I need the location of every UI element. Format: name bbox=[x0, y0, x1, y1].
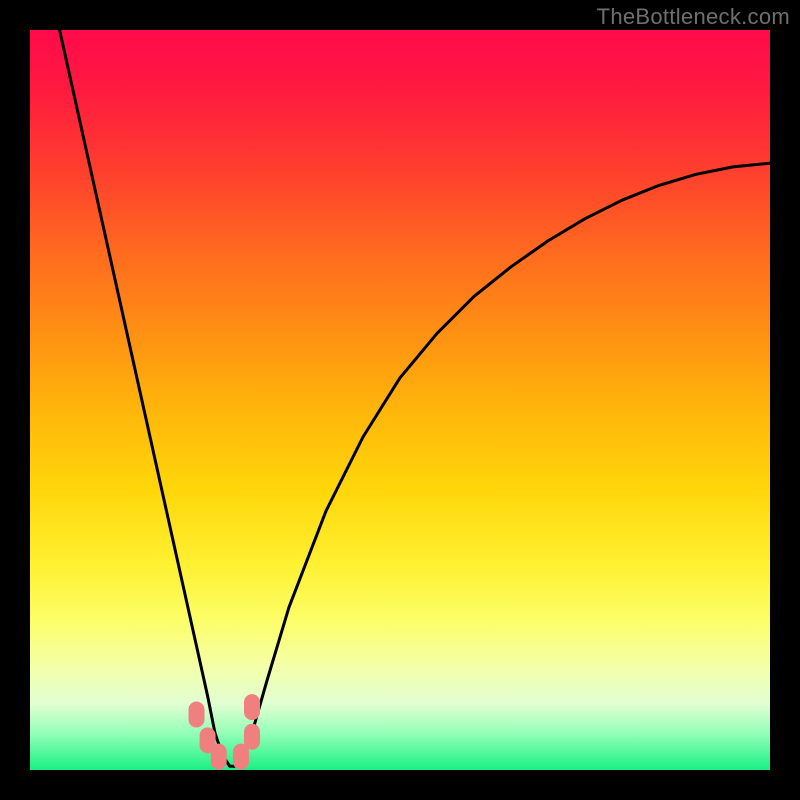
curve-markers-group bbox=[189, 694, 261, 770]
chart-plot-area bbox=[30, 30, 770, 770]
curve-marker bbox=[233, 744, 249, 770]
bottleneck-chart-svg bbox=[30, 30, 770, 770]
curve-marker bbox=[244, 694, 260, 720]
curve-marker bbox=[189, 702, 205, 728]
bottleneck-curve-line bbox=[60, 30, 770, 766]
curve-marker bbox=[244, 724, 260, 750]
curve-marker bbox=[211, 744, 227, 770]
watermark-text: TheBottleneck.com bbox=[597, 4, 790, 30]
